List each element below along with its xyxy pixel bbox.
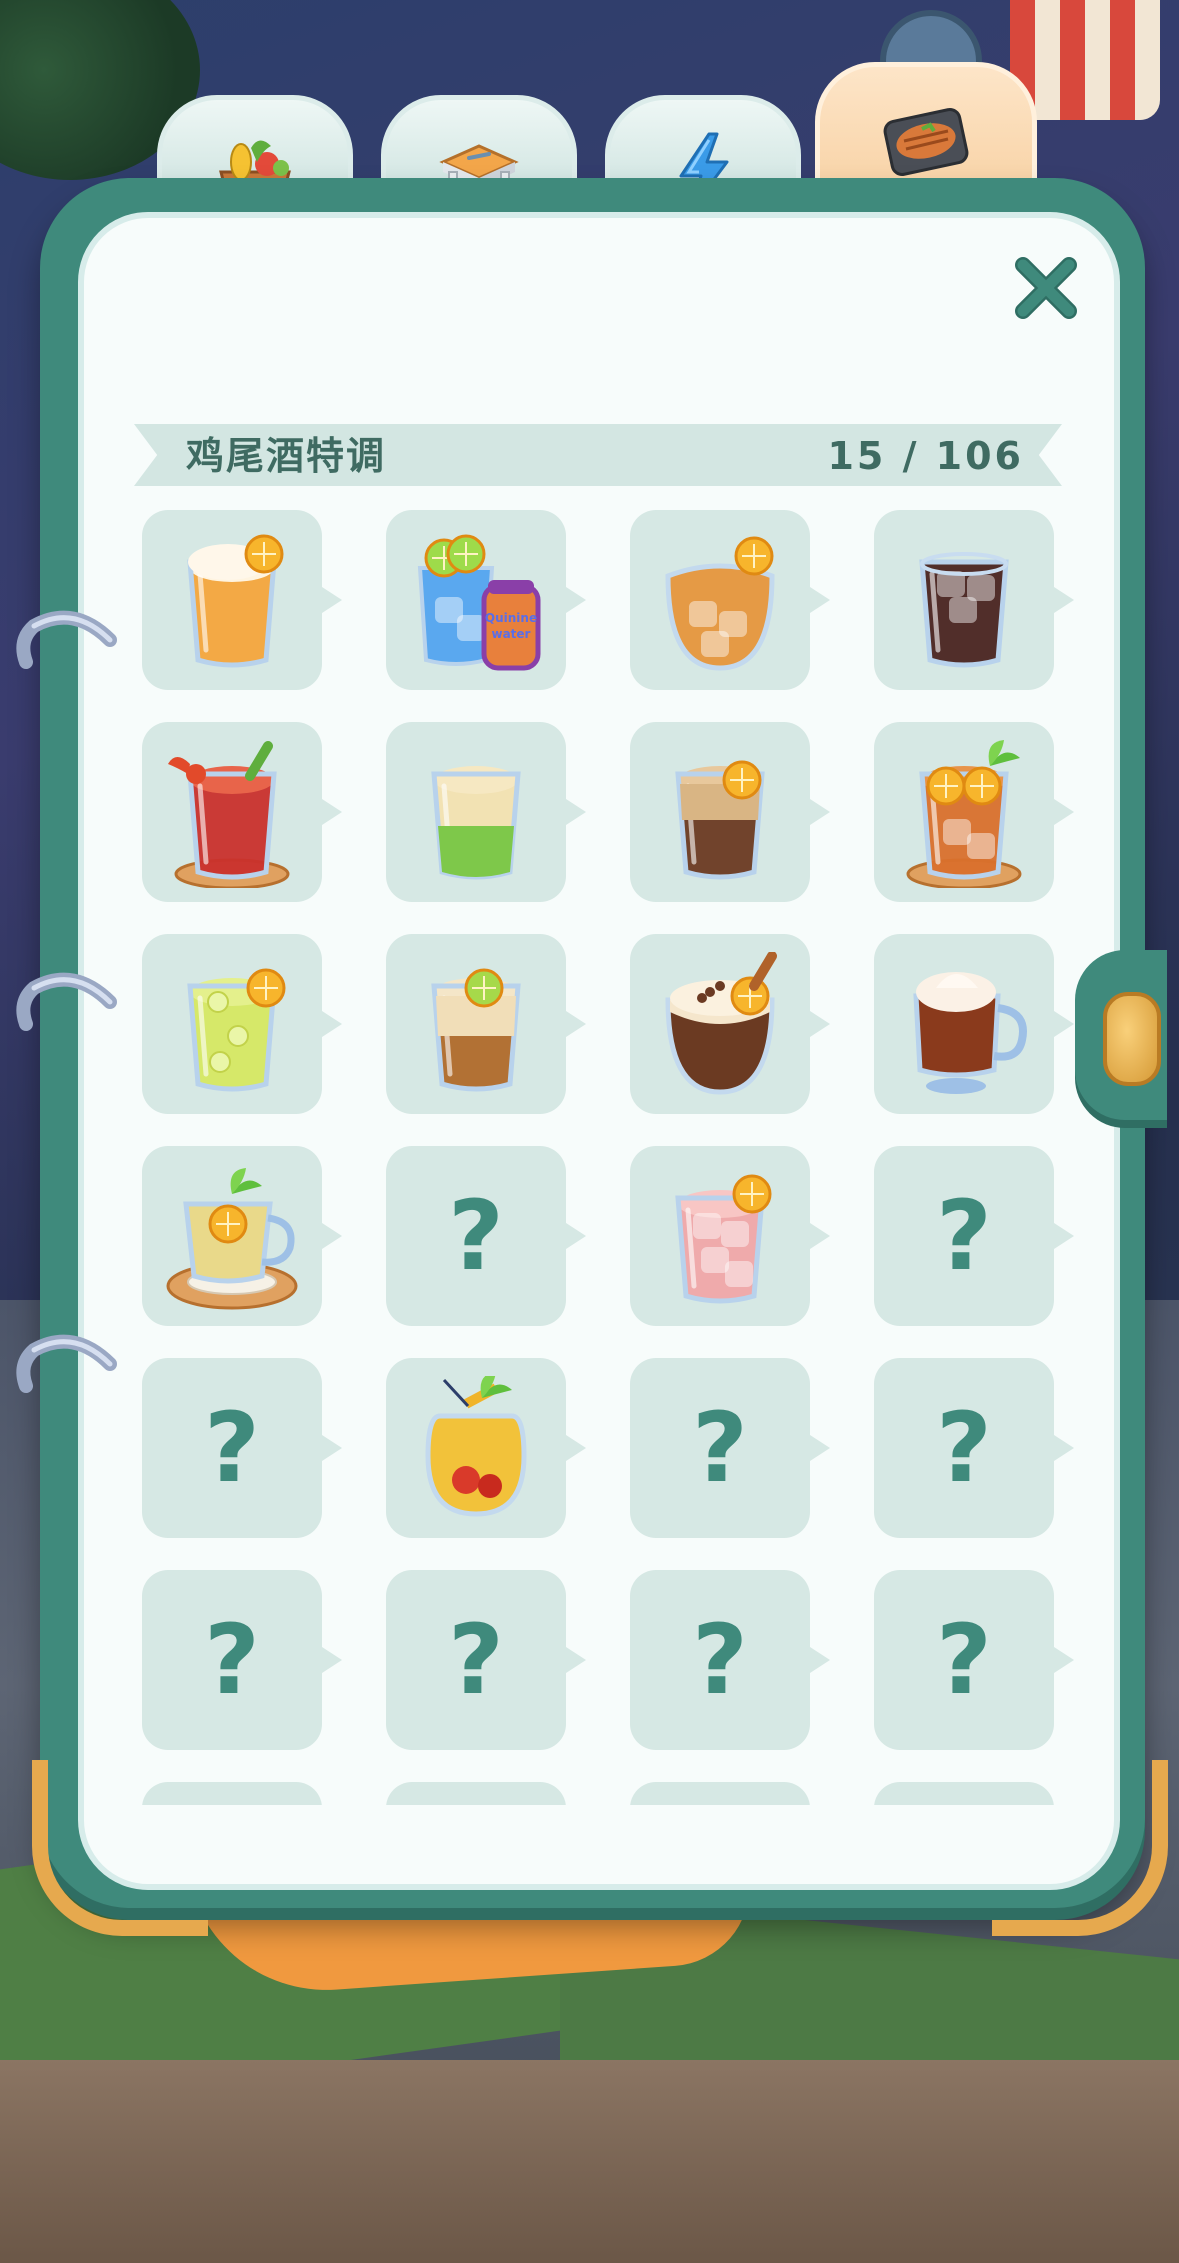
locked-recipe-slot[interactable]: ? — [630, 1358, 830, 1538]
unknown-recipe-icon: ? — [204, 1604, 260, 1716]
locked-recipe-slot[interactable]: ? — [874, 1146, 1074, 1326]
recipe-slot-next-row[interactable] — [142, 1782, 322, 1805]
locked-recipe-slot[interactable]: ? — [142, 1358, 342, 1538]
recipe-slot-iced-tea-orange-mint[interactable] — [874, 722, 1074, 902]
locked-recipe-slot[interactable]: ? — [386, 1146, 586, 1326]
unknown-recipe-icon: ? — [936, 1604, 992, 1716]
recipe-slot-lime-layered-shot-glass[interactable] — [386, 934, 586, 1114]
lemon-tea-cup-coaster-icon — [166, 1168, 298, 1310]
collection-count: 15 / 106 — [827, 434, 1024, 478]
recipe-grid: Quinine water????????? — [130, 510, 1090, 1805]
quinine-water-blue-drink-icon: Quinine water — [417, 534, 541, 671]
svg-text:Quinine: Quinine — [485, 611, 537, 625]
coffee-cinnamon-orange-glass-icon — [665, 952, 777, 1095]
locked-recipe-slot[interactable]: ? — [630, 1570, 830, 1750]
page-turn-tab[interactable] — [1075, 950, 1167, 1120]
locked-recipe-slot[interactable]: ? — [386, 1570, 586, 1750]
recipe-slot-next-row[interactable] — [874, 1782, 1054, 1805]
pineapple-cherry-jar-icon — [425, 1376, 527, 1517]
coffee-lemon-layered-glass-icon — [675, 760, 765, 880]
recipe-slot-cola-on-ice-glass[interactable] — [874, 510, 1074, 690]
category-title: 鸡尾酒特调 — [186, 434, 387, 478]
recipe-slot-next-row[interactable] — [630, 1782, 810, 1805]
pink-ice-lemon-glass-icon — [675, 1174, 772, 1304]
recipe-slot-orange-foam-beer-glass[interactable] — [142, 510, 342, 690]
unknown-recipe-icon: ? — [448, 1180, 504, 1292]
bookmark-knob-icon — [1103, 992, 1161, 1086]
unknown-recipe-icon: ? — [936, 1392, 992, 1504]
cream-topped-mug-icon — [913, 972, 1027, 1094]
locked-recipe-slot[interactable]: ? — [874, 1570, 1074, 1750]
orange-foam-beer-glass-icon — [187, 534, 284, 668]
unknown-recipe-icon: ? — [692, 1604, 748, 1716]
bloody-mary-crab-glass-icon — [168, 741, 290, 888]
cola-on-ice-glass-icon — [919, 552, 1009, 668]
recipe-slot-orange-slice-ice-tumbler[interactable] — [630, 510, 830, 690]
recipe-slot-lemon-tea-cup-coaster[interactable] — [142, 1146, 342, 1326]
locked-recipe-slot[interactable]: ? — [142, 1570, 342, 1750]
binder-ring — [14, 1324, 124, 1402]
binder-ring — [14, 600, 124, 678]
unknown-recipe-icon: ? — [692, 1392, 748, 1504]
recipe-slot-next-row[interactable] — [386, 1782, 566, 1805]
recipe-slot-cream-topped-mug[interactable] — [874, 934, 1074, 1114]
orange-slice-ice-tumbler-icon — [665, 536, 775, 671]
recipe-slot-quinine-water-blue-drink[interactable]: Quinine water — [386, 510, 586, 690]
recipe-slot-pink-ice-lemon-glass[interactable] — [630, 1146, 830, 1326]
recipe-slot-lemon-soda-glass[interactable] — [142, 934, 342, 1114]
close-button[interactable] — [1008, 250, 1084, 326]
locked-recipe-slot[interactable]: ? — [874, 1358, 1074, 1538]
lemon-soda-glass-icon — [187, 968, 286, 1092]
grilled-fish-icon — [883, 108, 969, 176]
building-wall — [0, 2060, 1179, 2263]
iced-tea-orange-mint-icon — [906, 740, 1022, 888]
recipe-slot-coffee-cinnamon-orange-glass[interactable] — [630, 934, 830, 1114]
recipe-slot-pineapple-cherry-jar[interactable] — [386, 1358, 586, 1538]
unknown-recipe-icon: ? — [936, 1180, 992, 1292]
green-layered-cream-glass-icon — [431, 766, 521, 880]
unknown-recipe-icon: ? — [448, 1604, 504, 1716]
lime-layered-shot-glass-icon — [431, 968, 521, 1092]
unknown-recipe-icon: ? — [204, 1392, 260, 1504]
binder-ring — [14, 962, 124, 1040]
recipe-slot-coffee-lemon-layered-glass[interactable] — [630, 722, 830, 902]
recipe-slot-bloody-mary-crab-glass[interactable] — [142, 722, 342, 902]
recipe-slot-green-layered-cream-glass[interactable] — [386, 722, 586, 902]
close-icon — [1015, 257, 1077, 319]
svg-text:water: water — [492, 627, 531, 641]
